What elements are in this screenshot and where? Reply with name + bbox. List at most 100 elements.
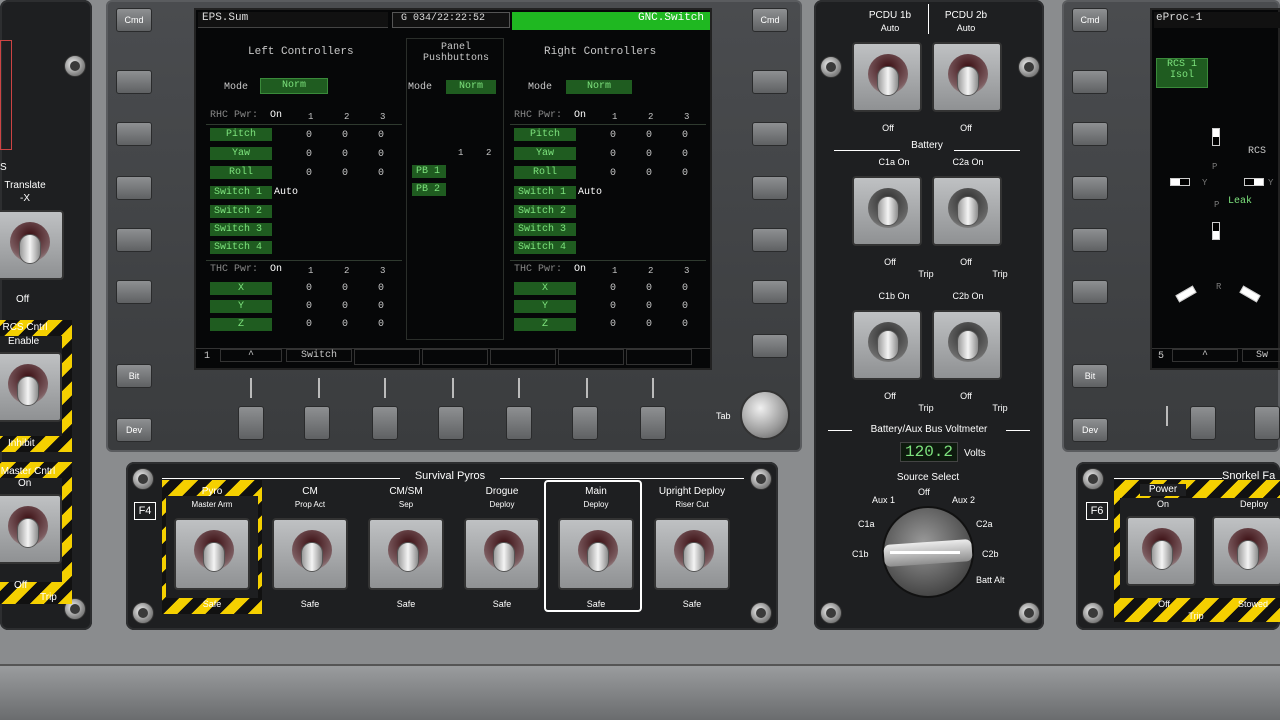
snorkel-fan-switch[interactable] — [1212, 516, 1280, 586]
left-thc-x[interactable]: X — [210, 282, 272, 295]
pb2-field[interactable]: PB 2 — [412, 183, 446, 196]
right-switch-2[interactable]: Switch 2 — [514, 205, 576, 218]
empty-page-tab[interactable] — [490, 349, 556, 365]
right-thc-x[interactable]: X — [514, 282, 576, 295]
right-softkey-1[interactable] — [752, 70, 788, 94]
empty-page-tab[interactable] — [354, 349, 420, 365]
bottom-softkey-5[interactable] — [506, 406, 532, 440]
master-cntrl-switch[interactable] — [0, 494, 62, 564]
rcs-cntrl-switch[interactable] — [0, 352, 62, 422]
right-bottom-softkey-2[interactable] — [1254, 406, 1280, 440]
right-z-1: 0 — [610, 319, 617, 330]
pcdu-1b-switch[interactable] — [852, 42, 922, 112]
left-softkey-3[interactable] — [116, 176, 152, 200]
snorkel-power-switch[interactable] — [1126, 516, 1196, 586]
rcs-isol-button[interactable]: RCS 1 Isol — [1156, 58, 1208, 88]
c2a-switch[interactable] — [932, 176, 1002, 246]
right-dev-button[interactable]: Dev — [1072, 418, 1108, 442]
left-switch-1[interactable]: Switch 1 — [210, 186, 272, 199]
right-thc-y[interactable]: Y — [514, 300, 576, 313]
source-select-knob[interactable] — [882, 506, 974, 598]
bottom-softkey-4[interactable] — [438, 406, 464, 440]
bottom-softkey-7[interactable] — [640, 406, 666, 440]
right-cmd-button[interactable]: Cmd — [1072, 8, 1108, 32]
c1a-switch[interactable] — [852, 176, 922, 246]
pyro-2-switch[interactable] — [368, 518, 444, 590]
right-mode-value[interactable]: Norm — [566, 80, 632, 94]
dev-button[interactable]: Dev — [116, 418, 152, 442]
right-roll[interactable]: Roll — [514, 166, 576, 179]
bit-button[interactable]: Bit — [116, 364, 152, 388]
enable-label: Enable — [8, 336, 40, 347]
eps-sum-tab[interactable]: EPS.Sum — [198, 12, 388, 28]
tab-knob[interactable] — [740, 390, 790, 440]
left-softkey-column: Cmd Bit Dev — [116, 8, 156, 448]
right-switch-4[interactable]: Switch 4 — [514, 241, 576, 254]
right-softkey-5[interactable] — [752, 280, 788, 304]
right-yaw[interactable]: Yaw — [514, 147, 576, 160]
gnc-switch-tab[interactable]: GNC.Switch — [512, 12, 710, 30]
right-display-softkey-3[interactable] — [1072, 176, 1108, 200]
bottom-softkey-3[interactable] — [372, 406, 398, 440]
pos-c1b: C1b — [852, 549, 869, 559]
left-roll[interactable]: Roll — [210, 166, 272, 179]
c2b-switch[interactable] — [932, 310, 1002, 380]
left-switch-2[interactable]: Switch 2 — [210, 205, 272, 218]
pyro-0-switch[interactable] — [174, 518, 250, 590]
right-softkey-4[interactable] — [752, 228, 788, 252]
right-y-1: 0 — [610, 301, 617, 312]
left-switch-3[interactable]: Switch 3 — [210, 223, 272, 236]
right-y-3: 0 — [682, 301, 689, 312]
pyro-1-switch[interactable] — [272, 518, 348, 590]
fwd-button[interactable]: Cmd — [752, 8, 788, 32]
pyro-3-switch[interactable] — [464, 518, 540, 590]
empty-page-tab[interactable] — [558, 349, 624, 365]
right-display-softkey-1[interactable] — [1072, 70, 1108, 94]
enter-button[interactable] — [752, 334, 788, 358]
left-pitch[interactable]: Pitch — [210, 128, 272, 141]
right-softkey-2[interactable] — [752, 122, 788, 146]
right-switch-3[interactable]: Switch 3 — [514, 223, 576, 236]
left-softkey-1[interactable] — [116, 70, 152, 94]
pb1-field[interactable]: PB 1 — [412, 165, 446, 178]
page-up-tab[interactable]: ^ — [220, 349, 282, 362]
left-thc-y[interactable]: Y — [210, 300, 272, 313]
right-switch-1[interactable]: Switch 1 — [514, 186, 576, 199]
right-rhc-pwr: RHC Pwr: — [514, 110, 563, 121]
left-thc-z[interactable]: Z — [210, 318, 272, 331]
center-mode-value[interactable]: Norm — [446, 80, 496, 94]
empty-page-tab[interactable] — [626, 349, 692, 365]
pyro-4-switch[interactable] — [558, 518, 634, 590]
cmd-button[interactable]: Cmd — [116, 8, 152, 32]
pcdu-1b-auto: Auto — [880, 23, 900, 33]
screw-icon — [132, 602, 154, 624]
right-bit-button[interactable]: Bit — [1072, 364, 1108, 388]
left-mode-value[interactable]: Norm — [260, 78, 328, 94]
bottom-softkey-1[interactable] — [238, 406, 264, 440]
bottom-softkey-6[interactable] — [572, 406, 598, 440]
left-yaw[interactable]: Yaw — [210, 147, 272, 160]
right-sw-tab[interactable]: Sw — [1242, 349, 1280, 362]
off-label-2: Off — [14, 580, 28, 591]
pcdu-2b-switch[interactable] — [932, 42, 1002, 112]
left-softkey-5[interactable] — [116, 280, 152, 304]
right-display-softkey-2[interactable] — [1072, 122, 1108, 146]
right-thc-z[interactable]: Z — [514, 318, 576, 331]
right-pitch[interactable]: Pitch — [514, 128, 576, 141]
left-softkey-2[interactable] — [116, 122, 152, 146]
eproc-tab[interactable]: eProc-1 — [1154, 12, 1280, 28]
bottom-softkey-2[interactable] — [304, 406, 330, 440]
pyro-5-switch[interactable] — [654, 518, 730, 590]
right-softkey-3[interactable] — [752, 176, 788, 200]
left-softkey-4[interactable] — [116, 228, 152, 252]
translate-switch[interactable] — [0, 210, 64, 280]
c1b-switch[interactable] — [852, 310, 922, 380]
right-page-up-tab[interactable]: ^ — [1172, 349, 1238, 362]
right-bottom-softkey-1[interactable] — [1190, 406, 1216, 440]
right-display-softkey-5[interactable] — [1072, 280, 1108, 304]
right-display-softkey-4[interactable] — [1072, 228, 1108, 252]
switch-page-tab[interactable]: Switch — [286, 349, 352, 362]
empty-page-tab[interactable] — [422, 349, 488, 365]
left-switch-4[interactable]: Switch 4 — [210, 241, 272, 254]
center-mode-label: Mode — [408, 82, 433, 93]
